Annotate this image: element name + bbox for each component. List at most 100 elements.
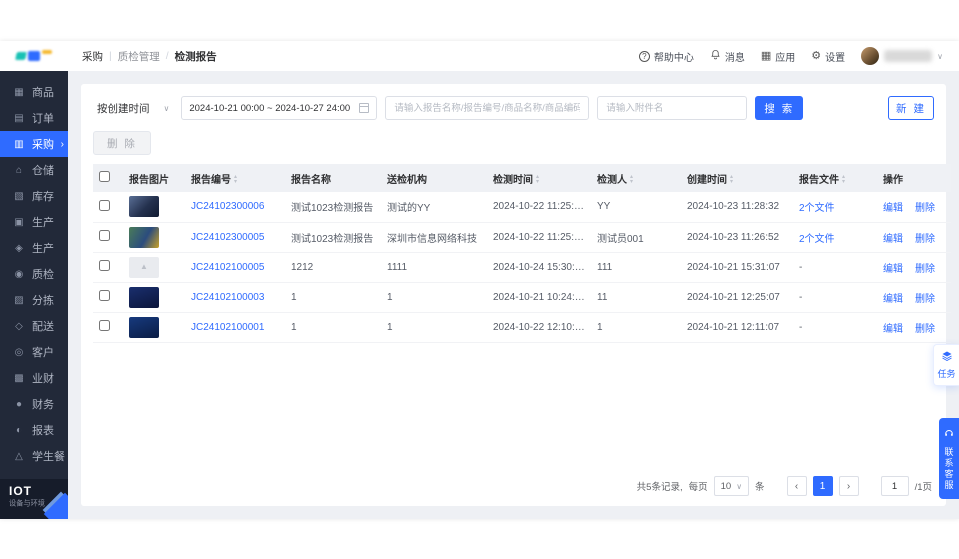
breadcrumb-quality-mgmt[interactable]: 质检管理	[118, 49, 160, 64]
calendar-icon	[359, 103, 370, 113]
prev-page-button[interactable]: ‹	[786, 476, 807, 496]
grid-icon: ▦	[760, 49, 772, 62]
filter-bar: 按创建时间 ∨ 2024-10-21 00:00 ~ 2024-10-27 24…	[81, 84, 946, 120]
report-thumbnail[interactable]	[129, 256, 159, 278]
report-no-link[interactable]: JC24102100001	[191, 322, 264, 333]
tester-cell: 111	[591, 252, 681, 283]
row-checkbox[interactable]	[99, 230, 110, 241]
new-button[interactable]: 新 建	[888, 96, 934, 120]
breadcrumb-purchase[interactable]: 采购	[82, 49, 103, 64]
sidebar-item-goods[interactable]: ▦ 商品	[0, 79, 68, 105]
topbar-actions: ? 帮助中心 消息 ▦ 应用 ⚙ 设置 ∨	[638, 47, 959, 65]
report-files-link[interactable]: 2个文件	[799, 234, 835, 245]
sidebar-item-orders[interactable]: ▤ 订单	[0, 105, 68, 131]
report-files-cell: -	[793, 282, 877, 313]
col-report-files[interactable]: 报告文件 ▴ ▾	[793, 164, 877, 192]
col-created-time[interactable]: 创建时间 ▴ ▾	[681, 164, 793, 192]
sort-icon[interactable]: ▴ ▾	[730, 174, 733, 185]
date-range-value: 2024-10-21 00:00 ~ 2024-10-27 24:00	[189, 102, 351, 114]
row-checkbox[interactable]	[99, 290, 110, 301]
sidebar-item-finance[interactable]: ● 财务	[0, 391, 68, 417]
apps-button[interactable]: ▦ 应用	[761, 49, 795, 64]
report-name-cell: 1	[285, 312, 381, 343]
page-jump-input[interactable]	[880, 476, 909, 496]
delete-button[interactable]: 删 除	[93, 131, 151, 155]
report-thumbnail[interactable]	[129, 316, 159, 338]
avatar	[861, 47, 880, 65]
logo-shape	[15, 52, 27, 60]
page-size-select[interactable]: 10 ∨	[713, 476, 750, 496]
edit-link[interactable]: 编辑	[883, 320, 903, 335]
edit-link[interactable]: 编辑	[883, 290, 903, 305]
delete-link[interactable]: 删除	[915, 320, 935, 335]
table-row: JC24102300006 测试1023检测报告 测试的YY 2024-10-2…	[93, 192, 951, 223]
date-range-input[interactable]: 2024-10-21 00:00 ~ 2024-10-27 24:00	[181, 96, 378, 120]
report-thumbnail[interactable]	[129, 286, 159, 308]
edit-link[interactable]: 编辑	[883, 199, 903, 214]
keyword-input[interactable]	[385, 96, 590, 120]
row-checkbox[interactable]	[99, 320, 110, 331]
delete-link[interactable]: 删除	[915, 260, 935, 275]
delete-link[interactable]: 删除	[915, 290, 935, 305]
sidebar-item-warehouse[interactable]: ⌂ 仓储	[0, 157, 68, 183]
settings-button[interactable]: ⚙ 设置	[811, 49, 845, 64]
sidebar-item-label: 学生餐	[32, 451, 65, 463]
task-label: 任务	[937, 369, 956, 379]
task-panel-button[interactable]: 任务	[933, 344, 959, 386]
sort-icon[interactable]: ▴ ▾	[630, 174, 633, 185]
delete-link[interactable]: 删除	[915, 199, 935, 214]
sidebar-item-sorting[interactable]: ▨ 分拣	[0, 287, 68, 313]
sidebar-item-inventory[interactable]: ▧ 库存	[0, 183, 68, 209]
sidebar-item-quality[interactable]: ◉ 质检	[0, 261, 68, 287]
sidebar-item-label: 生产	[32, 217, 54, 229]
app-logo[interactable]	[0, 41, 68, 71]
report-thumbnail[interactable]	[129, 226, 159, 248]
tester-cell: 11	[591, 282, 681, 313]
sidebar-item-production-2[interactable]: ◈ 生产	[0, 235, 68, 261]
contact-support-label: 联系客服	[943, 447, 954, 491]
col-test-time[interactable]: 检测时间 ▴ ▾	[487, 164, 591, 192]
report-table: 报告图片 报告编号 ▴ ▾ 报告名称 送检机构 检测时间 ▴ ▾ 检测人 ▴ ▾ 创建时间 ▴…	[93, 164, 951, 343]
sort-icon[interactable]: ▴ ▾	[536, 174, 539, 185]
attachment-input[interactable]	[597, 96, 748, 120]
help-center-label: 帮助中心	[653, 52, 694, 64]
iot-footer[interactable]: IOT 设备与环境	[0, 479, 68, 519]
created-time-cell: 2024-10-23 11:26:52	[681, 222, 793, 253]
sidebar-item-reports[interactable]: ◐ 报表	[0, 417, 68, 443]
sidebar-item-customers[interactable]: ◎ 客户	[0, 339, 68, 365]
col-tester[interactable]: 检测人 ▴ ▾	[591, 164, 681, 192]
report-no-link[interactable]: JC24102300005	[191, 232, 264, 243]
sidebar-item-delivery[interactable]: ◇ 配送	[0, 313, 68, 339]
reports-icon: ◐	[15, 424, 23, 436]
col-report-no[interactable]: 报告编号 ▴ ▾	[185, 164, 285, 192]
user-menu[interactable]: ∨	[861, 47, 943, 65]
page-1-button[interactable]: 1	[812, 476, 833, 496]
report-thumbnail[interactable]	[129, 196, 159, 218]
delivery-icon: ◇	[15, 320, 23, 332]
search-button[interactable]: 搜 索	[755, 96, 804, 120]
sidebar-item-label: 分拣	[32, 295, 54, 307]
sidebar-item-label: 生产	[32, 243, 54, 255]
delete-link[interactable]: 删除	[915, 230, 935, 245]
next-page-button[interactable]: ›	[838, 476, 859, 496]
sidebar-item-business-finance[interactable]: ▩ 业财	[0, 365, 68, 391]
report-files-link[interactable]: 2个文件	[799, 203, 835, 214]
messages-button[interactable]: 消息	[710, 49, 745, 64]
sort-icon[interactable]: ▴ ▾	[234, 174, 237, 185]
report-no-link[interactable]: JC24102300006	[191, 201, 264, 212]
edit-link[interactable]: 编辑	[883, 230, 903, 245]
row-checkbox[interactable]	[99, 199, 110, 211]
help-center-button[interactable]: ? 帮助中心	[638, 49, 694, 64]
row-checkbox[interactable]	[99, 260, 110, 271]
sort-icon[interactable]: ▴ ▾	[842, 174, 845, 185]
sidebar-item-production-1[interactable]: ▣ 生产	[0, 209, 68, 235]
sidebar-item-purchase[interactable]: ▥ 采购 ›	[0, 131, 68, 157]
report-no-link[interactable]: JC24102100003	[191, 292, 264, 303]
time-type-select[interactable]: 按创建时间 ∨	[93, 96, 173, 120]
report-name-cell: 1	[285, 282, 381, 313]
sidebar-item-student-meal[interactable]: △ 学生餐	[0, 443, 68, 469]
edit-link[interactable]: 编辑	[883, 260, 903, 275]
contact-support-button[interactable]: 联系客服	[939, 418, 959, 499]
report-no-link[interactable]: JC24102100005	[191, 262, 264, 273]
select-all-checkbox[interactable]	[99, 171, 110, 182]
